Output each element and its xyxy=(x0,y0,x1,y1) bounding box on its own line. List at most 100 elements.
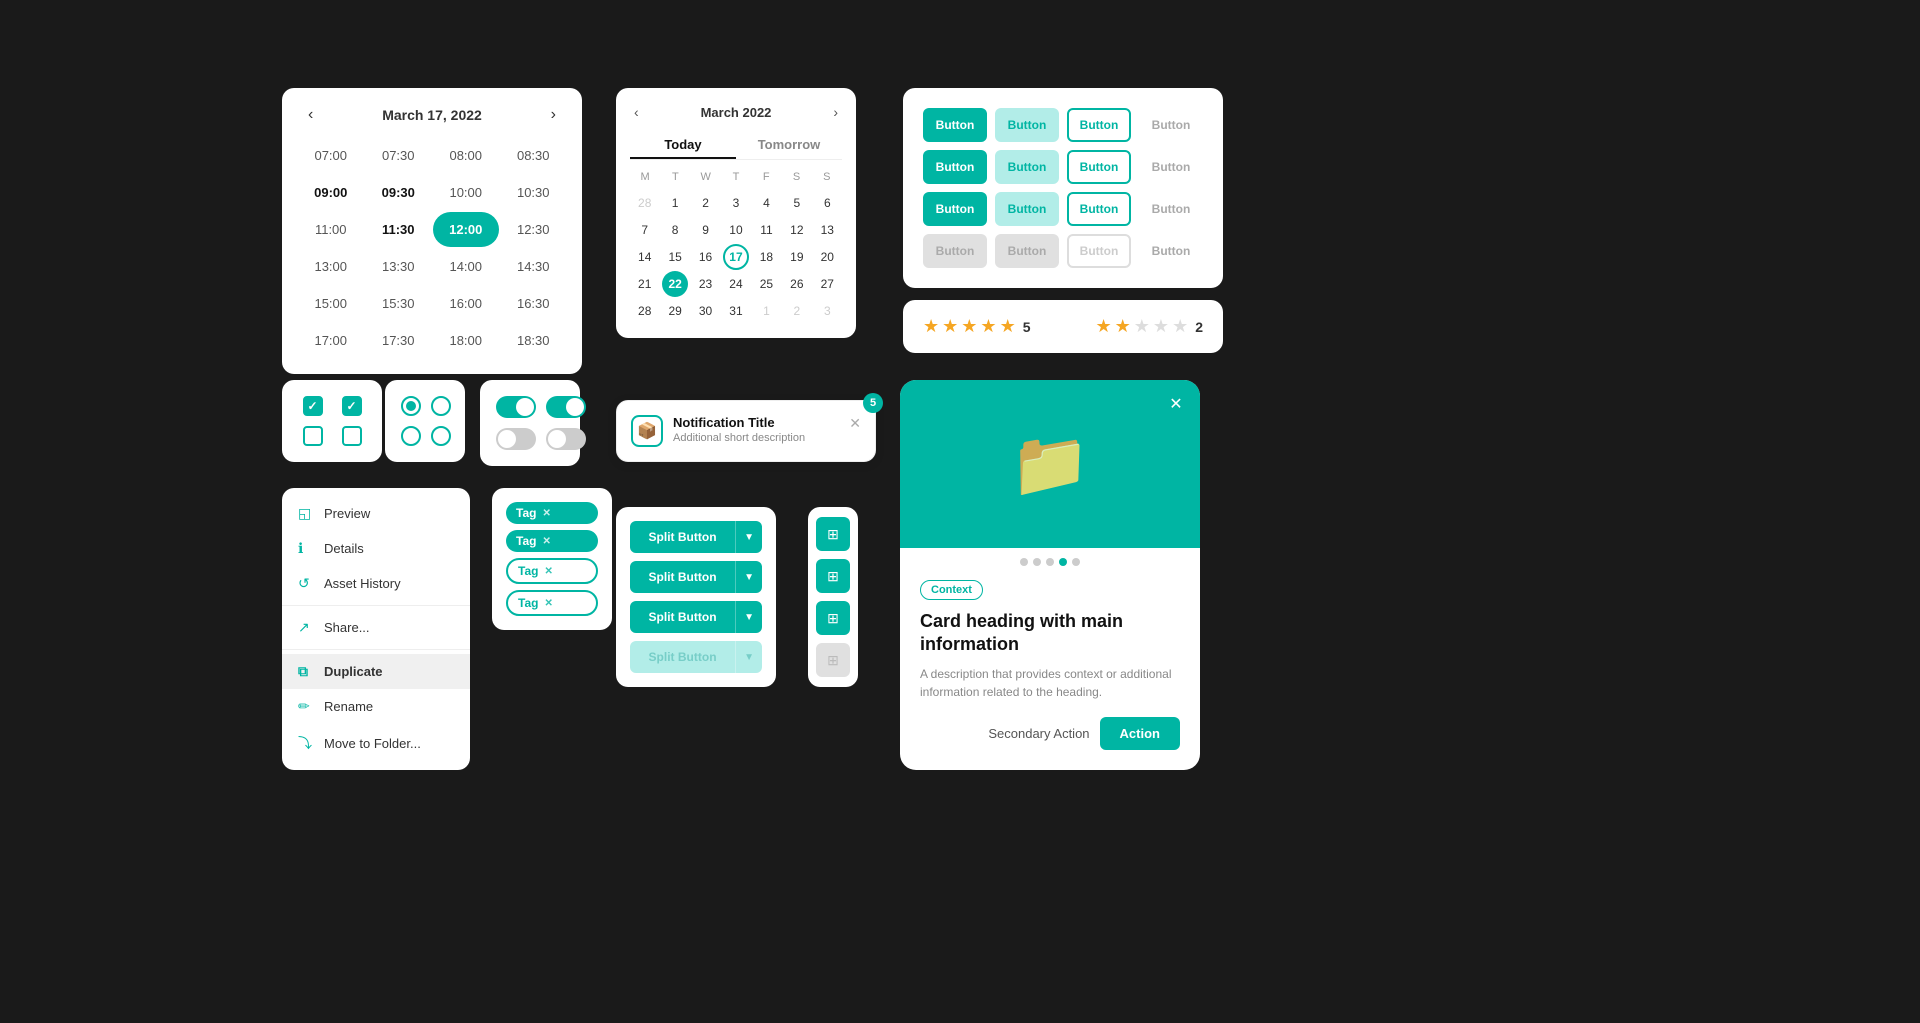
calendar-cell[interactable]: 16 xyxy=(693,244,719,270)
toggle-1[interactable] xyxy=(496,396,536,418)
calendar-cell[interactable]: 14 xyxy=(632,244,658,270)
time-cell[interactable]: 14:30 xyxy=(501,249,567,284)
calendar-cell[interactable]: 23 xyxy=(693,271,719,297)
radio-4[interactable] xyxy=(431,426,451,446)
button-outline[interactable]: Button xyxy=(1067,108,1131,142)
cal-prev-button[interactable]: ‹ xyxy=(630,102,643,122)
button-outline[interactable]: Button xyxy=(1067,192,1131,226)
button-filled[interactable]: Button xyxy=(923,192,987,226)
card-dot-1[interactable] xyxy=(1020,558,1028,566)
notification-close[interactable]: ✕ xyxy=(849,415,861,432)
button-ghost[interactable]: Button xyxy=(1139,192,1203,226)
calendar-cell[interactable]: 26 xyxy=(784,271,810,297)
card-secondary-action[interactable]: Secondary Action xyxy=(988,726,1089,741)
calendar-cell[interactable]: 18 xyxy=(753,244,779,270)
time-cell[interactable]: 07:30 xyxy=(366,138,432,173)
button-outline[interactable]: Button xyxy=(1067,150,1131,184)
calendar-cell[interactable]: 31 xyxy=(723,298,749,324)
calendar-cell[interactable]: 28 xyxy=(632,298,658,324)
card-modal-close[interactable]: ✕ xyxy=(1164,392,1188,416)
split-btn-main[interactable]: Split Button xyxy=(630,521,735,553)
split-btn-main[interactable]: Split Button xyxy=(630,601,735,633)
time-cell[interactable]: 10:00 xyxy=(433,175,499,210)
card-primary-action[interactable]: Action xyxy=(1100,717,1180,750)
calendar-cell[interactable]: 20 xyxy=(814,244,840,270)
calendar-cell[interactable]: 29 xyxy=(662,298,688,324)
calendar-cell[interactable]: 4 xyxy=(753,190,779,216)
calendar-cell[interactable]: 6 xyxy=(814,190,840,216)
calendar-cell[interactable]: 11 xyxy=(753,217,779,243)
checkbox-2[interactable] xyxy=(342,396,362,416)
time-prev-button[interactable]: ‹ xyxy=(302,104,319,126)
checkbox-4[interactable] xyxy=(342,426,362,446)
time-cell[interactable]: 08:30 xyxy=(501,138,567,173)
tag-close[interactable]: ✕ xyxy=(542,508,550,519)
tag-close[interactable]: ✕ xyxy=(544,598,552,609)
calendar-cell[interactable]: 30 xyxy=(693,298,719,324)
split-button-2[interactable]: Split Button▼ xyxy=(630,561,762,593)
tag-close[interactable]: ✕ xyxy=(544,566,552,577)
calendar-cell[interactable]: 27 xyxy=(814,271,840,297)
toggle-2[interactable] xyxy=(546,396,586,418)
calendar-tab-today[interactable]: Today xyxy=(630,132,736,159)
time-cell[interactable]: 17:00 xyxy=(298,323,364,358)
calendar-cell[interactable]: 9 xyxy=(693,217,719,243)
split-btn-arrow[interactable]: ▼ xyxy=(735,521,762,553)
time-cell[interactable]: 11:00 xyxy=(298,212,364,247)
time-cell[interactable]: 15:30 xyxy=(366,286,432,321)
calendar-cell[interactable]: 7 xyxy=(632,217,658,243)
time-cell[interactable]: 15:00 xyxy=(298,286,364,321)
time-cell[interactable]: 12:00 xyxy=(433,212,499,247)
button-filled-light[interactable]: Button xyxy=(995,192,1059,226)
split-btn-arrow[interactable]: ▼ xyxy=(735,601,762,633)
calendar-cell[interactable]: 8 xyxy=(662,217,688,243)
menu-item-share...[interactable]: ↗Share... xyxy=(282,610,470,645)
tag-outline[interactable]: Tag✕ xyxy=(506,558,598,584)
icon-btn-3[interactable]: ⊞ xyxy=(816,601,850,635)
toggle-4[interactable] xyxy=(546,428,586,450)
calendar-cell[interactable]: 22 xyxy=(662,271,688,297)
time-cell[interactable]: 18:00 xyxy=(433,323,499,358)
menu-item-duplicate[interactable]: ⧉Duplicate xyxy=(282,654,470,689)
calendar-cell[interactable]: 1 xyxy=(662,190,688,216)
icon-btn-2[interactable]: ⊞ xyxy=(816,559,850,593)
button-filled-light[interactable]: Button xyxy=(995,108,1059,142)
checkbox-1[interactable] xyxy=(303,396,323,416)
menu-item-details[interactable]: ℹDetails xyxy=(282,531,470,566)
tag-close[interactable]: ✕ xyxy=(542,536,550,547)
button-filled[interactable]: Button xyxy=(923,108,987,142)
calendar-cell[interactable]: 2 xyxy=(784,298,810,324)
calendar-cell[interactable]: 15 xyxy=(662,244,688,270)
calendar-cell[interactable]: 21 xyxy=(632,271,658,297)
time-cell[interactable]: 13:00 xyxy=(298,249,364,284)
calendar-cell[interactable]: 13 xyxy=(814,217,840,243)
menu-item-preview[interactable]: ◱Preview xyxy=(282,496,470,531)
button-ghost[interactable]: Button xyxy=(1139,150,1203,184)
time-cell[interactable]: 13:30 xyxy=(366,249,432,284)
calendar-tab-tomorrow[interactable]: Tomorrow xyxy=(736,132,842,159)
calendar-cell[interactable]: 19 xyxy=(784,244,810,270)
split-button-1[interactable]: Split Button▼ xyxy=(630,521,762,553)
time-cell[interactable]: 07:00 xyxy=(298,138,364,173)
time-cell[interactable]: 14:00 xyxy=(433,249,499,284)
time-cell[interactable]: 09:30 xyxy=(366,175,432,210)
toggle-3[interactable] xyxy=(496,428,536,450)
cal-next-button[interactable]: › xyxy=(829,102,842,122)
calendar-cell[interactable]: 10 xyxy=(723,217,749,243)
card-dot-3[interactable] xyxy=(1046,558,1054,566)
time-cell[interactable]: 11:30 xyxy=(366,212,432,247)
card-dot-2[interactable] xyxy=(1033,558,1041,566)
time-cell[interactable]: 18:30 xyxy=(501,323,567,358)
split-btn-main[interactable]: Split Button xyxy=(630,561,735,593)
calendar-cell[interactable]: 17 xyxy=(723,244,749,270)
menu-item-asset-history[interactable]: ↺Asset History xyxy=(282,566,470,601)
calendar-cell[interactable]: 2 xyxy=(693,190,719,216)
button-filled[interactable]: Button xyxy=(923,150,987,184)
tag-filled[interactable]: Tag✕ xyxy=(506,530,598,552)
split-btn-arrow[interactable]: ▼ xyxy=(735,561,762,593)
calendar-cell[interactable]: 3 xyxy=(814,298,840,324)
card-dot-4[interactable] xyxy=(1059,558,1067,566)
icon-btn-1[interactable]: ⊞ xyxy=(816,517,850,551)
button-filled-light[interactable]: Button xyxy=(995,150,1059,184)
menu-item-rename[interactable]: ✏Rename xyxy=(282,689,470,724)
